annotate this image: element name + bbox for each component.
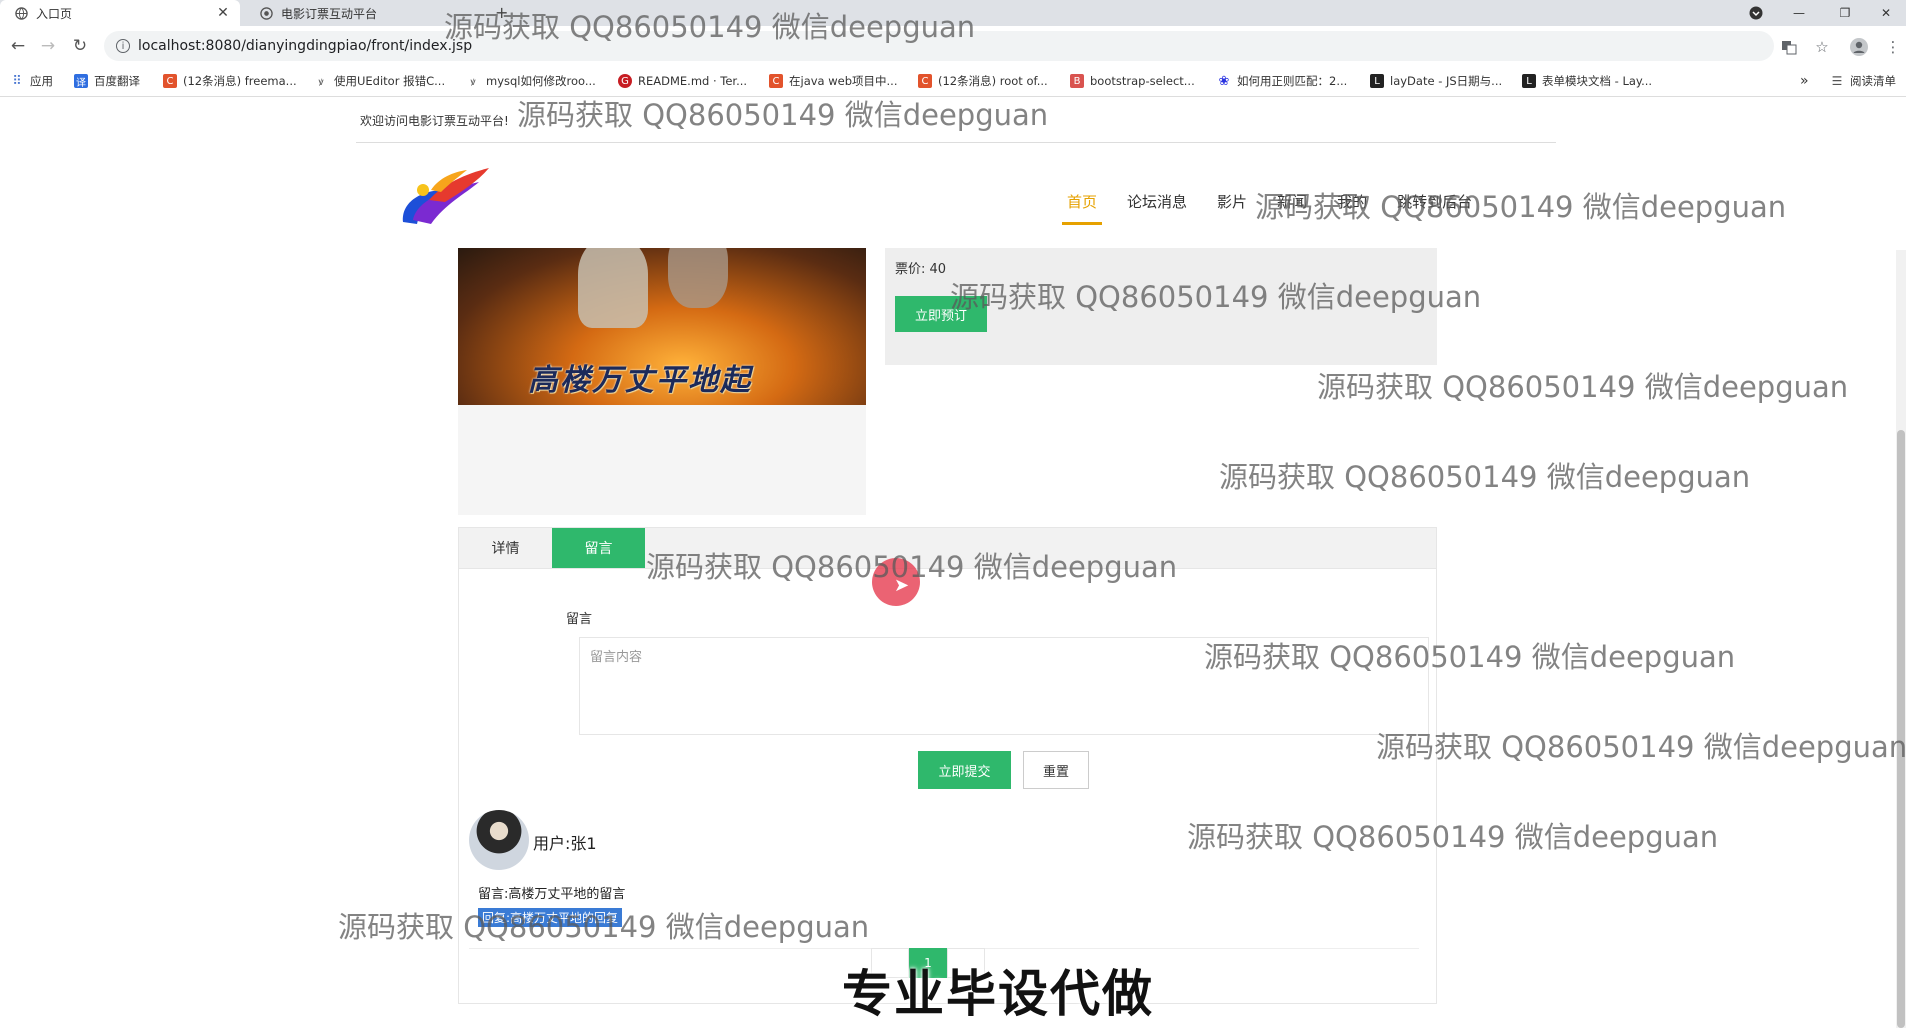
- watermark: 源码获取 QQ86050149 微信deepguan: [950, 280, 1482, 314]
- watermark: 源码获取 QQ86050149 微信deepguan: [1255, 190, 1787, 224]
- tab-messages[interactable]: 留言: [552, 528, 645, 568]
- layui-icon: L: [1522, 74, 1536, 88]
- bookmark-item[interactable]: B bootstrap-select...: [1070, 72, 1195, 90]
- watermark: 源码获取 QQ86050149 微信deepguan: [1376, 730, 1906, 764]
- watermark: 源码获取 QQ86050149 微信deepguan: [338, 910, 870, 944]
- poster-background: [458, 405, 866, 515]
- forward-icon[interactable]: →: [36, 34, 60, 58]
- price-label: 票价:: [895, 262, 926, 277]
- reload-icon[interactable]: ↻: [68, 34, 92, 58]
- tab-title: 电影订票互动平台: [281, 6, 378, 21]
- movie-poster: 高楼万丈平地起: [458, 248, 866, 405]
- account-icon[interactable]: [1850, 38, 1868, 56]
- tab-details[interactable]: 详情: [459, 528, 552, 568]
- bookmark-label: README.md · Ter...: [638, 74, 748, 88]
- profile-menu-icon[interactable]: [1733, 0, 1779, 26]
- site-info-icon[interactable]: i: [116, 39, 130, 53]
- bookmark-item[interactable]: L layDate - JS日期与...: [1370, 72, 1502, 90]
- reading-list-label: 阅读清单: [1850, 74, 1896, 88]
- bookmark-label: layDate - JS日期与...: [1390, 74, 1503, 88]
- bookmark-label: 如何用正则匹配：2...: [1237, 74, 1348, 88]
- bookmark-item[interactable]: ⠿ 应用: [10, 72, 53, 90]
- bookmark-label: (12条消息) root of...: [938, 74, 1048, 88]
- tab-title: 入口页: [36, 6, 73, 21]
- poster-figure: [578, 248, 648, 328]
- comment-user: 用户:张1: [533, 830, 597, 854]
- restore-icon[interactable]: ❐: [1822, 0, 1868, 26]
- poster-figure: [668, 248, 728, 308]
- url-text[interactable]: localhost:8080/dianyingdingpiao/front/in…: [138, 38, 472, 54]
- translate-icon: 译: [74, 74, 88, 89]
- nav-movies[interactable]: 影片: [1212, 188, 1252, 222]
- user-name: 张1: [570, 834, 597, 853]
- price-value: 40: [929, 262, 947, 277]
- header-divider: [356, 142, 1556, 143]
- bookmark-item[interactable]: 译 百度翻译: [74, 72, 140, 90]
- bookmark-label: 应用: [30, 74, 53, 88]
- bookmark-label: (12条消息) freema...: [183, 74, 297, 88]
- more-bookmarks-icon[interactable]: »: [1800, 72, 1809, 90]
- bookmark-item[interactable]: C 在java web项目中...: [769, 72, 898, 90]
- browser-tab-active[interactable]: 入口页 ✕: [0, 0, 240, 26]
- nav-home[interactable]: 首页: [1062, 188, 1103, 225]
- gitee-icon: G: [618, 74, 632, 88]
- comment-text: 留言:高楼万丈平地的留言: [478, 887, 626, 902]
- bookmark-label: 在java web项目中...: [789, 74, 898, 88]
- csdn-icon: C: [163, 74, 177, 88]
- close-window-icon[interactable]: ✕: [1866, 0, 1906, 26]
- ueditor-icon: ꝟ: [318, 77, 324, 88]
- watermark: 源码获取 QQ86050149 微信deepguan: [517, 98, 1049, 132]
- back-icon[interactable]: ←: [6, 34, 30, 58]
- bookmark-item[interactable]: L 表单模块文档 - Lay...: [1522, 72, 1652, 90]
- user-label: 用户:: [533, 834, 571, 853]
- translate-icon[interactable]: [1780, 38, 1798, 56]
- bookmark-item[interactable]: C (12条消息) freema...: [163, 72, 297, 90]
- bookmark-label: bootstrap-select...: [1090, 74, 1195, 88]
- message-label: 留言: [566, 612, 593, 627]
- browser-menu-icon[interactable]: ⋮: [1884, 38, 1902, 56]
- layui-icon: L: [1370, 74, 1384, 88]
- csdn-icon: C: [918, 74, 932, 88]
- bookmark-label: mysql如何修改roo...: [486, 74, 596, 88]
- watermark: 源码获取 QQ86050149 微信deepguan: [1317, 370, 1849, 404]
- avatar: [469, 810, 529, 870]
- bookmark-item[interactable]: ꝟ 使用UEditor 报错C...: [314, 72, 445, 90]
- ueditor-icon: ꝟ: [470, 77, 476, 88]
- bootstrap-icon: B: [1070, 74, 1084, 88]
- site-icon: [259, 6, 273, 20]
- promo-banner: 专业毕设代做: [842, 965, 1154, 1023]
- bookmark-item[interactable]: G README.md · Ter...: [618, 72, 747, 90]
- bookmark-item[interactable]: ꝟ mysql如何修改roo...: [466, 72, 596, 90]
- minimize-icon[interactable]: —: [1776, 0, 1822, 26]
- reset-button[interactable]: 重置: [1023, 751, 1089, 789]
- poster-title: 高楼万丈平地起: [528, 363, 752, 398]
- watermark: 源码获取 QQ86050149 微信deepguan: [646, 550, 1178, 584]
- browser-tab-inactive[interactable]: 电影订票互动平台: [245, 0, 465, 26]
- submit-button[interactable]: 立即提交: [918, 751, 1011, 789]
- ticket-price: 票价: 40: [895, 258, 946, 277]
- watermark: 源码获取 QQ86050149 微信deepguan: [1187, 820, 1719, 854]
- watermark: 源码获取 QQ86050149 微信deepguan: [444, 10, 976, 44]
- watermark: 源码获取 QQ86050149 微信deepguan: [1204, 640, 1736, 674]
- watermark: 源码获取 QQ86050149 微信deepguan: [1219, 460, 1751, 494]
- bookmark-item[interactable]: C (12条消息) root of...: [918, 72, 1048, 90]
- baidu-icon: ❀: [1218, 73, 1230, 89]
- apps-grid-icon: ⠿: [12, 73, 22, 89]
- site-logo[interactable]: [395, 160, 495, 235]
- nav-forum[interactable]: 论坛消息: [1122, 188, 1192, 222]
- welcome-text: 欢迎访问电影订票互动平台!: [360, 114, 509, 128]
- bookmark-label: 百度翻译: [94, 74, 140, 88]
- csdn-icon: C: [769, 74, 783, 88]
- reading-list-icon: ☰: [1831, 74, 1843, 88]
- close-tab-icon[interactable]: ✕: [214, 5, 232, 21]
- reading-list[interactable]: ☰ 阅读清单: [1830, 72, 1896, 90]
- bookmark-label: 表单模块文档 - Lay...: [1542, 74, 1653, 88]
- bookmark-star-icon[interactable]: ☆: [1813, 38, 1831, 56]
- globe-icon: [14, 6, 28, 20]
- bookmark-item[interactable]: ❀ 如何用正则匹配：2...: [1217, 72, 1348, 90]
- bookmark-label: 使用UEditor 报错C...: [334, 74, 446, 88]
